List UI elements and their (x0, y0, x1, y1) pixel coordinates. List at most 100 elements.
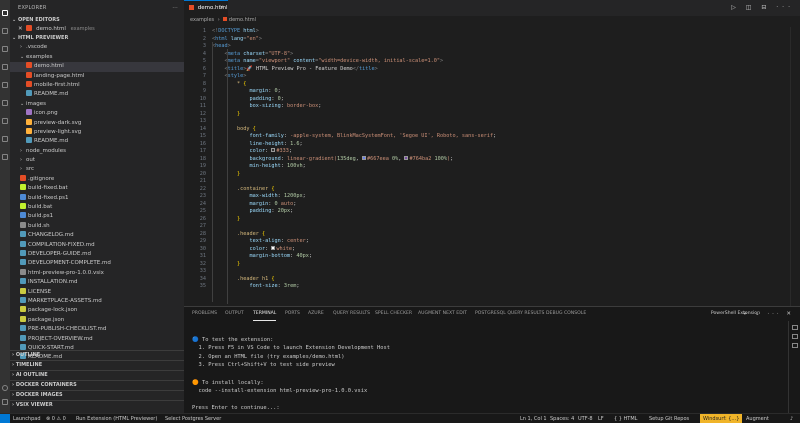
panel-controls[interactable]: + ⌄ ··· ✕ (743, 307, 794, 321)
panel-tab-ports[interactable]: PORTS (285, 307, 300, 321)
status-right-item[interactable]: Setup Git Repos (649, 414, 689, 423)
folder-item[interactable]: › .vscode (10, 43, 184, 52)
file-item[interactable]: preview-dark.svg (10, 118, 184, 128)
testing-icon[interactable] (2, 118, 8, 124)
sidebar-section-vsix-viewer[interactable]: › VSIX VIEWER (10, 400, 184, 409)
status-left-item[interactable]: Run Extension (HTML Previewer) (76, 414, 157, 423)
editor-actions[interactable]: ▷ ◫ ⊟ ··· (731, 4, 794, 11)
database-icon[interactable] (2, 154, 8, 160)
source-control-icon[interactable] (2, 46, 8, 52)
file-item[interactable]: INSTALLATION.md (10, 278, 184, 287)
close-tab-icon[interactable]: ✕ (219, 1, 224, 16)
status-right-item[interactable]: UTF-8 (578, 414, 593, 423)
panel-tab-azure[interactable]: AZURE (308, 307, 324, 321)
minimap[interactable] (790, 27, 800, 306)
file-item[interactable]: package-lock.json (10, 306, 184, 315)
tab-demo-html[interactable]: demo.html ✕ (184, 0, 228, 16)
status-right-item[interactable]: Ln 1, Col 1 (520, 414, 547, 423)
status-right-item[interactable]: Augment (746, 414, 769, 423)
status-right-item[interactable]: Spaces: 4 (550, 414, 574, 423)
status-right-item[interactable]: { } HTML (614, 414, 637, 423)
panel-tab-augment-next-edit[interactable]: AUGMENT NEXT EDIT (418, 307, 467, 321)
file-item[interactable]: build.bat (10, 203, 184, 212)
code-editor[interactable]: 1 <!DOCTYPE html> 2 <html lang="en"> 3 <head>… (184, 27, 800, 306)
breadcrumb-file[interactable]: demo.html (229, 17, 256, 23)
file-item[interactable]: DEVELOPMENT-COMPLETE.md (10, 259, 184, 268)
sidebar-section-outline[interactable]: › OUTLINE (10, 350, 184, 359)
account-icon[interactable] (2, 385, 8, 391)
file-item[interactable]: preview-light.svg (10, 127, 184, 137)
workspace-section[interactable]: ⌄ HTML PREVIEWER (10, 34, 184, 43)
folder-item[interactable]: › out (10, 156, 184, 165)
status-left-item[interactable]: Select Postgres Server (165, 414, 221, 423)
panel-tab-terminal[interactable]: TERMINAL (253, 307, 277, 321)
file-item[interactable]: build-fixed.bat (10, 184, 184, 193)
file-item[interactable]: PROJECT-OVERVIEW.md (10, 334, 184, 344)
panel-tab-output[interactable]: OUTPUT (225, 307, 244, 321)
panel-tab-postgresql-query-results[interactable]: POSTGRESQL QUERY RESULTS (475, 307, 544, 321)
file-item[interactable]: README.md (10, 137, 184, 146)
sidebar-section-docker-containers[interactable]: › DOCKER CONTAINERS (10, 380, 184, 389)
file-item[interactable]: icon.png (10, 109, 184, 118)
file-item[interactable]: package.json (10, 315, 184, 325)
file-item[interactable]: mobile-first.html (10, 80, 184, 90)
status-right-item[interactable]: LF (598, 414, 604, 423)
file-item[interactable]: DEVELOPER-GUIDE.md (10, 249, 184, 259)
status-left-item[interactable]: Launchpad (13, 414, 41, 423)
file-item[interactable]: .gitignore (10, 174, 184, 184)
file-item[interactable]: README.md (10, 90, 184, 99)
terminal-instance-icon[interactable] (791, 334, 798, 339)
code-token: ; (450, 155, 454, 162)
extensions-icon[interactable] (2, 82, 8, 88)
color-swatch-icon[interactable] (404, 155, 409, 160)
folder-item[interactable]: › src (10, 165, 184, 174)
folder-item[interactable]: ⌄ images (10, 100, 184, 109)
remote-explorer-icon[interactable] (2, 100, 8, 106)
file-item[interactable]: demo.html (10, 62, 184, 72)
remote-indicator[interactable] (0, 414, 10, 423)
run-debug-icon[interactable] (2, 64, 8, 70)
panel-tab-problems[interactable]: PROBLEMS (192, 307, 217, 321)
terminal-list[interactable] (788, 321, 800, 414)
terminal-instance-icon[interactable] (791, 343, 798, 348)
close-icon[interactable]: ✕ (18, 26, 23, 32)
bell-icon[interactable]: ♪ (790, 414, 793, 423)
breadcrumb-folder[interactable]: examples (190, 17, 214, 23)
explorer-icon[interactable] (2, 10, 8, 16)
open-editors-section[interactable]: ⌄ OPEN EDITORS (10, 16, 184, 25)
file-item[interactable]: landing-page.html (10, 71, 184, 81)
panel-tab-query-results[interactable]: QUERY RESULTS (333, 307, 370, 321)
file-item[interactable]: PRE-PUBLISH-CHECKLIST.md (10, 325, 184, 334)
color-swatch-icon[interactable] (271, 148, 276, 152)
color-swatch-icon[interactable] (361, 155, 366, 160)
file-item[interactable]: COMPILATION-FIXED.md (10, 240, 184, 250)
search-icon[interactable] (2, 28, 8, 34)
settings-gear-icon[interactable] (2, 399, 8, 405)
sidebar-section-docker-images[interactable]: › DOCKER IMAGES (10, 390, 184, 399)
docker-icon[interactable] (2, 136, 8, 142)
status-right-item[interactable]: Windsurf: {...} (700, 414, 743, 423)
file-item[interactable]: CHANGELOG.md (10, 231, 184, 240)
workspace-label: HTML PREVIEWER (17, 35, 69, 42)
file-item[interactable]: LICENSE (10, 287, 184, 297)
terminal-output[interactable]: 🔵 To test the extension: 1. Press F5 in … (192, 327, 782, 423)
folder-item[interactable]: › node_modules (10, 147, 184, 156)
terminal-instance-icon[interactable] (791, 325, 798, 330)
file-item[interactable]: build-fixed.ps1 (10, 193, 184, 203)
panel-tab-spell-checker[interactable]: SPELL CHECKER (375, 307, 412, 321)
file-item[interactable]: MARKETPLACE-ASSETS.md (10, 296, 184, 306)
status-left-item[interactable]: ⊗ 0 ⚠ 0 (46, 414, 66, 423)
more-actions-icon[interactable]: ··· (172, 0, 178, 16)
color-swatch-icon[interactable] (271, 245, 276, 250)
panel-tab-debug-console[interactable]: DEBUG CONSOLE (546, 307, 586, 321)
open-editor-item[interactable]: ✕ demo.html examples (10, 25, 184, 34)
file-item[interactable]: build.sh (10, 221, 184, 231)
file-item[interactable]: build.ps1 (10, 212, 184, 221)
breadcrumb[interactable]: examples › demo.html (184, 16, 800, 25)
sidebar-section-timeline[interactable]: › TIMELINE (10, 360, 184, 369)
file-item[interactable]: html-preview-pro-1.0.0.vsix (10, 268, 184, 278)
folder-item[interactable]: ⌄ examples (10, 53, 184, 62)
sidebar-section-ai-outline[interactable]: › AI OUTLINE (10, 370, 184, 379)
